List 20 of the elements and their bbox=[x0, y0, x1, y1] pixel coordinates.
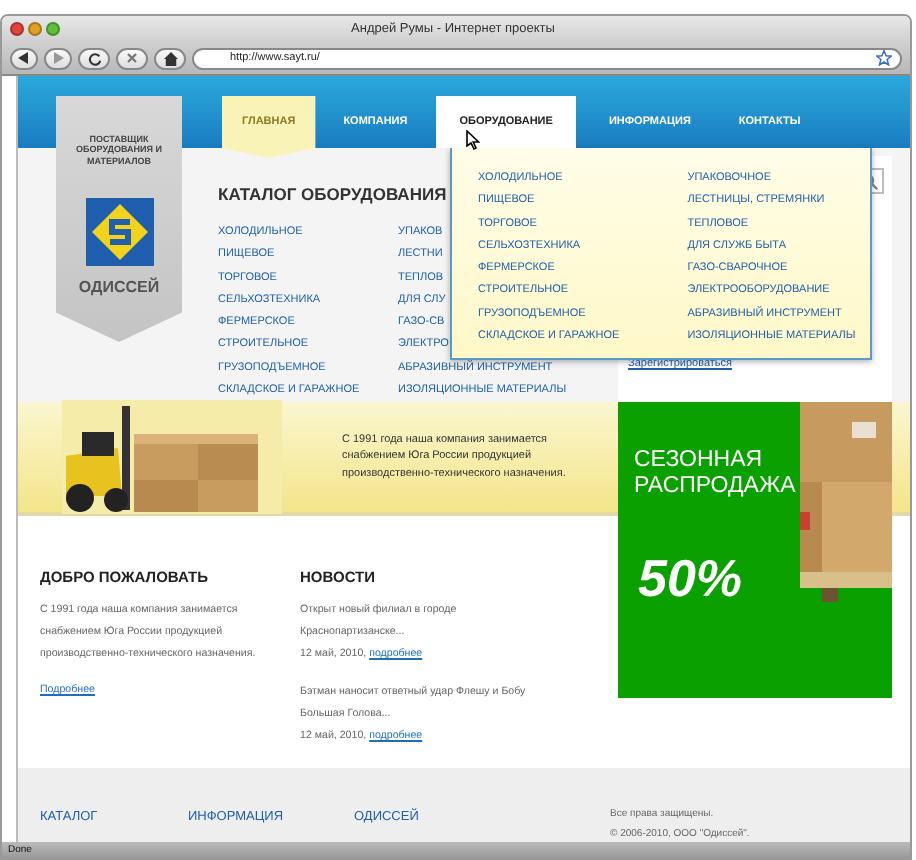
cursor-icon bbox=[466, 130, 480, 150]
back-button[interactable] bbox=[10, 47, 38, 69]
sale-title: СЕЗОННАЯ РАСПРОДАЖА bbox=[634, 448, 798, 499]
star-icon bbox=[876, 50, 892, 66]
forward-icon bbox=[52, 52, 64, 64]
sale-discount: 50% bbox=[638, 548, 743, 610]
reload-button[interactable] bbox=[78, 47, 110, 69]
home-icon bbox=[163, 51, 177, 65]
minimize-button[interactable] bbox=[28, 22, 42, 36]
sale-banner[interactable]: СЕЗОННАЯ РАСПРОДАЖА 50% bbox=[618, 402, 892, 698]
reload-icon bbox=[87, 51, 101, 65]
home-button[interactable] bbox=[154, 47, 186, 69]
stop-button[interactable] bbox=[116, 47, 148, 69]
section-title: КАТАЛОГ ОБОРУДОВАНИЯ bbox=[218, 184, 447, 204]
logo-icon bbox=[85, 198, 153, 267]
logo-name: ОДИССЕЙ bbox=[78, 278, 160, 297]
back-icon bbox=[18, 52, 30, 64]
zoom-button[interactable] bbox=[46, 22, 60, 36]
close-icon bbox=[126, 52, 138, 64]
close-button[interactable] bbox=[10, 22, 24, 36]
